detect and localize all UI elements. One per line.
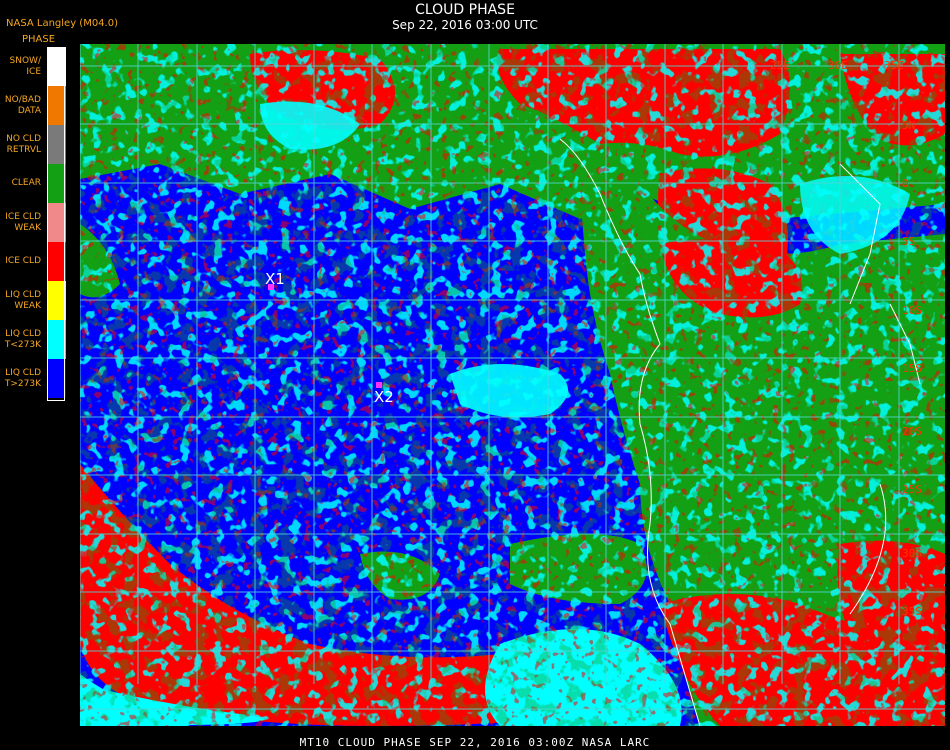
legend-item: SNOW/ ICE [0, 47, 66, 86]
lon-label: 35E [884, 59, 904, 72]
lon-label: 25E [770, 59, 790, 72]
lat-label: 35S [902, 605, 922, 618]
legend-swatch [48, 242, 66, 281]
marker-x2-label: X2 [374, 388, 394, 406]
legend-label: SNOW/ ICE [9, 56, 41, 77]
legend: SNOW/ ICE NO/BAD DATA NO CLD RETRVL CLEAR IC… [0, 47, 66, 401]
lat-label: 15S [902, 362, 922, 375]
legend-swatch [48, 86, 66, 125]
legend-label: LIQ CLD T>273K [4, 368, 41, 389]
legend-item: LIQ CLD T<273K [0, 320, 66, 359]
lat-label: 0 [902, 177, 909, 190]
legend-item: LIQ CLD WEAK [0, 281, 66, 320]
legend-label: LIQ CLD T<273K [4, 329, 41, 350]
legend-item: CLEAR [0, 164, 66, 203]
legend-item: NO CLD RETRVL [0, 125, 66, 164]
legend-label: NO CLD RETRVL [6, 134, 41, 155]
lat-label: 10S [902, 304, 922, 317]
marker-x1: X1 [265, 270, 285, 290]
legend-swatch [48, 47, 66, 86]
legend-item: LIQ CLD T>273K [0, 359, 66, 398]
producer-label: NASA Langley (M04.0) [6, 18, 118, 29]
legend-label: LIQ CLD WEAK [5, 290, 41, 311]
legend-label: NO/BAD DATA [4, 95, 41, 116]
datetime-label: Sep 22, 2016 03:00 UTC [392, 18, 538, 32]
lat-label: 25S [902, 483, 922, 496]
legend-swatch [48, 125, 66, 164]
cloud-phase-map: 25E 30E 35E 5N 0 5S 10S 15S 20S 25S 30S 35S X1 X2 [80, 44, 945, 726]
legend-swatch [48, 281, 66, 320]
lat-label: 5N [902, 119, 915, 132]
legend-swatch [48, 164, 66, 203]
legend-item: NO/BAD DATA [0, 86, 66, 125]
page-title: CLOUD PHASE [415, 2, 515, 18]
legend-item: ICE CLD WEAK [0, 203, 66, 242]
legend-item: ICE CLD [0, 242, 66, 281]
legend-swatch [48, 320, 66, 359]
legend-swatch [48, 203, 66, 242]
footer-caption: MT10 CLOUD PHASE SEP 22, 2016 03:00Z NAS… [299, 736, 651, 749]
marker-x1-label: X1 [265, 270, 285, 288]
lat-label: 30S [902, 547, 922, 560]
lat-label: 5S [902, 235, 915, 248]
legend-label: CLEAR [11, 178, 41, 188]
legend-swatch [48, 359, 66, 398]
legend-label: ICE CLD WEAK [5, 212, 41, 233]
legend-label: ICE CLD [5, 256, 41, 266]
lon-label: 30E [828, 59, 848, 72]
lat-label: 20S [902, 425, 922, 438]
